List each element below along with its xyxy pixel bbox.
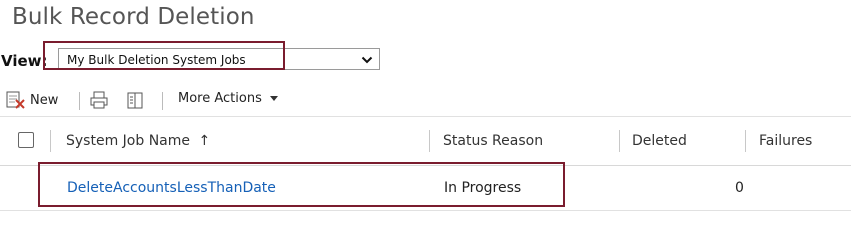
command-bar: New More Actions <box>0 88 851 114</box>
more-actions-button[interactable]: More Actions <box>178 91 278 106</box>
toolbar-divider <box>79 92 80 110</box>
column-divider[interactable] <box>429 130 430 152</box>
column-header-deleted[interactable]: Deleted <box>632 133 687 149</box>
view-select[interactable]: My Bulk Deletion System Jobs <box>58 48 380 70</box>
export-button[interactable] <box>126 91 144 113</box>
caret-down-icon <box>269 91 278 106</box>
column-header-system-job-name-label: System Job Name <box>66 133 190 149</box>
view-label: View: <box>1 52 48 70</box>
print-icon <box>90 91 108 113</box>
export-icon <box>126 91 144 113</box>
new-record-icon <box>4 91 26 109</box>
grid-header: System Job Name ↑ Status Reason Deleted … <box>0 116 851 166</box>
column-divider[interactable] <box>745 130 746 152</box>
new-button[interactable]: New <box>4 91 58 109</box>
select-all-checkbox[interactable] <box>18 132 34 148</box>
row-divider <box>0 210 851 211</box>
system-job-name-link[interactable]: DeleteAccountsLessThanDate <box>67 180 276 196</box>
status-reason-cell: In Progress <box>444 180 522 196</box>
more-actions-label: More Actions <box>178 91 262 106</box>
sort-ascending-icon: ↑ <box>198 133 211 149</box>
print-button[interactable] <box>90 91 108 113</box>
new-button-label: New <box>30 92 59 108</box>
deleted-count-cell: 0 <box>735 180 744 196</box>
column-divider <box>50 130 51 152</box>
column-header-failures[interactable]: Failures <box>759 133 812 149</box>
chevron-down-icon <box>361 54 373 68</box>
toolbar-divider <box>162 92 163 110</box>
view-select-value: My Bulk Deletion System Jobs <box>67 53 246 67</box>
column-divider[interactable] <box>619 130 620 152</box>
page-title: Bulk Record Deletion <box>12 4 255 30</box>
column-header-system-job-name[interactable]: System Job Name ↑ <box>66 133 210 149</box>
table-row[interactable]: DeleteAccountsLessThanDate In Progress 0 <box>0 165 851 210</box>
column-header-status-reason[interactable]: Status Reason <box>443 133 543 149</box>
